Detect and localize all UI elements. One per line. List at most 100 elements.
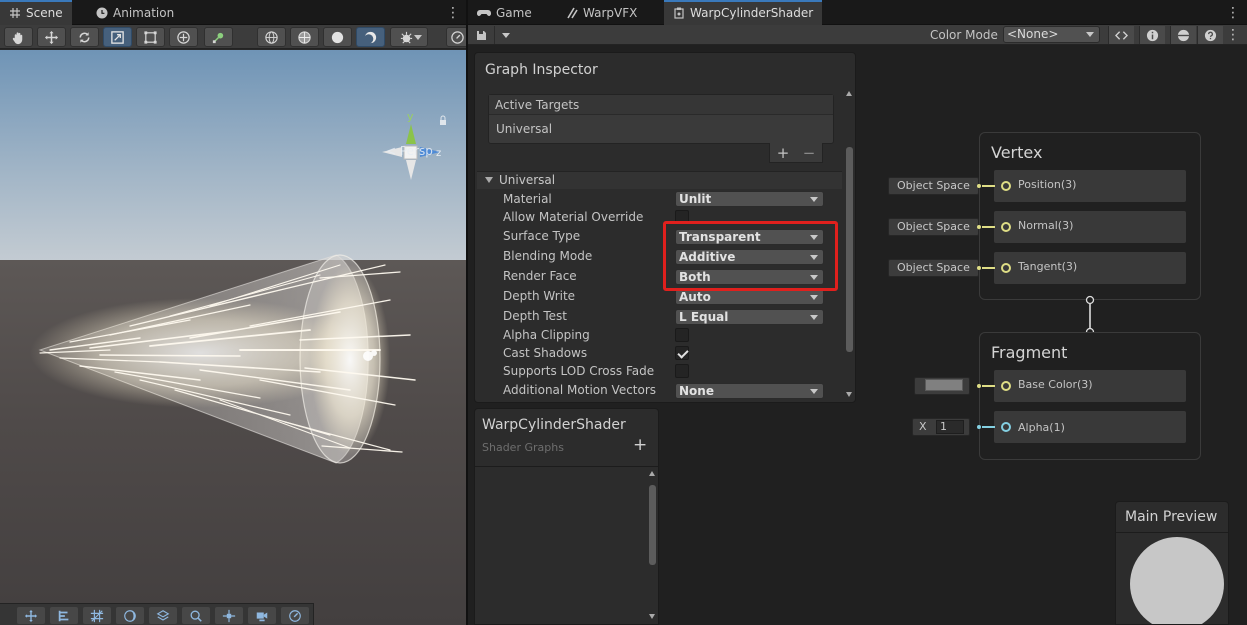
add-target-button[interactable]: + xyxy=(777,144,790,162)
scroll-up-icon[interactable] xyxy=(649,471,655,476)
rect-tool-button[interactable] xyxy=(136,27,165,47)
pivot-icon xyxy=(222,609,236,622)
lock-icon[interactable] xyxy=(440,115,446,125)
gizmo-neg-y-axis[interactable] xyxy=(406,160,416,180)
alpha-value-chip[interactable]: X 1 xyxy=(912,418,970,436)
more-options-icon[interactable]: ⋮ xyxy=(446,0,460,25)
base-color-swatch-chip[interactable] xyxy=(914,377,970,395)
chevron-down-icon xyxy=(810,197,818,202)
hand-icon xyxy=(12,31,23,44)
rotate-tool-button[interactable] xyxy=(70,27,99,47)
connector-wire xyxy=(982,185,995,187)
camera-icon xyxy=(256,612,268,621)
scrollbar-thumb[interactable] xyxy=(649,485,656,565)
normal-space-chip[interactable]: Object Space xyxy=(888,218,979,236)
pivot-overlay-button[interactable] xyxy=(215,607,243,624)
gizmos-menu-button[interactable] xyxy=(390,27,428,47)
blackboard-scrollbar[interactable] xyxy=(647,471,657,619)
tab-animation[interactable]: Animation xyxy=(87,0,183,25)
tab-label: Animation xyxy=(113,5,175,20)
overlay-toggle-button[interactable] xyxy=(446,27,466,47)
scroll-up-icon[interactable] xyxy=(846,91,852,96)
search-overlay-button[interactable] xyxy=(182,607,210,624)
lighting-overlay-button[interactable] xyxy=(116,607,144,624)
alpha-input-port[interactable] xyxy=(1001,422,1011,432)
connector-dot xyxy=(977,266,981,270)
alpha-clipping-checkbox[interactable] xyxy=(675,328,689,342)
shading-wire-shaded-button[interactable] xyxy=(290,27,319,47)
graph-inspector-toggle-button[interactable] xyxy=(1139,26,1165,44)
custom-tool-icon xyxy=(212,32,224,43)
base-color-input-port[interactable] xyxy=(1001,381,1011,391)
tangent-input-port[interactable] xyxy=(1001,263,1011,273)
shading-lit-button[interactable] xyxy=(356,27,385,47)
main-preview-toggle-button[interactable] xyxy=(1170,26,1196,44)
more-options-icon[interactable]: ⋮ xyxy=(1226,0,1240,25)
cast-shadows-checkbox[interactable] xyxy=(675,346,689,360)
save-icon xyxy=(476,30,486,40)
connector-wire xyxy=(982,385,995,387)
depth-test-dropdown[interactable]: L Equal xyxy=(675,309,824,325)
position-space-chip[interactable]: Object Space xyxy=(888,177,979,195)
save-asset-button[interactable] xyxy=(473,26,489,44)
main-preview[interactable]: Main Preview xyxy=(1115,501,1229,625)
hand-tool-button[interactable] xyxy=(4,27,33,47)
move-tool-button[interactable] xyxy=(37,27,66,47)
preview-sphere[interactable] xyxy=(1130,537,1224,624)
move-overlay-button[interactable] xyxy=(17,607,45,624)
inspector-scrollbar[interactable] xyxy=(844,91,854,397)
grid-overlay-button[interactable] xyxy=(83,607,111,624)
add-property-button[interactable]: + xyxy=(633,435,647,455)
toggle-code-view-button[interactable] xyxy=(1108,26,1134,44)
target-item-universal[interactable]: Universal xyxy=(489,115,833,143)
chevron-down-icon xyxy=(810,295,818,300)
material-dropdown[interactable]: Unlit xyxy=(675,191,824,207)
scene-viewport[interactable]: y z < Persp xyxy=(0,50,466,625)
tab-game[interactable]: Game xyxy=(468,0,541,25)
position-input-port[interactable] xyxy=(1001,181,1011,191)
normal-input-port[interactable] xyxy=(1001,222,1011,232)
gizmo-y-axis[interactable] xyxy=(406,124,416,144)
transform-tool-button[interactable] xyxy=(169,27,198,47)
layers-overlay-button[interactable] xyxy=(149,607,177,624)
vertex-block-position[interactable]: Position(3) xyxy=(994,170,1186,202)
universal-section-header[interactable]: Universal xyxy=(477,171,842,189)
prop-label-render-face: Render Face xyxy=(503,269,577,283)
save-options-dropdown[interactable] xyxy=(494,26,516,44)
main-preview-separator xyxy=(1116,532,1228,533)
remove-target-button[interactable]: − xyxy=(803,144,816,162)
fragment-context-node[interactable]: Fragment Base Color(3) Alpha(1) xyxy=(979,332,1201,460)
fragment-block-alpha[interactable]: Alpha(1) xyxy=(994,411,1186,443)
gizmo-y-label: y xyxy=(407,110,414,123)
orientation-gizmo[interactable]: y z xyxy=(376,108,446,218)
more-options-icon[interactable]: ⋮ xyxy=(1226,26,1240,44)
orientation-overlay-button[interactable] xyxy=(281,607,309,624)
scroll-down-icon[interactable] xyxy=(846,392,852,397)
scrollbar-thumb[interactable] xyxy=(846,147,853,352)
alpha-value-field[interactable]: 1 xyxy=(936,420,965,434)
scale-tool-button[interactable] xyxy=(103,27,132,47)
tab-warpcylindershader[interactable]: WarpCylinderShader xyxy=(664,0,823,25)
camera-overlay-button[interactable] xyxy=(248,607,276,624)
additional-motion-vectors-dropdown[interactable]: None xyxy=(675,383,824,399)
custom-tool-button[interactable] xyxy=(204,27,233,47)
tangent-space-chip[interactable]: Object Space xyxy=(888,259,979,277)
tab-warpvfx[interactable]: WarpVFX xyxy=(557,0,646,25)
shading-wireframe-button[interactable] xyxy=(257,27,286,47)
vertex-context-node[interactable]: Vertex Position(3) Normal(3) Tangent(3) xyxy=(979,132,1201,300)
align-overlay-button[interactable] xyxy=(50,607,78,624)
scroll-down-icon[interactable] xyxy=(649,614,655,619)
connector-wire xyxy=(982,426,995,428)
help-button[interactable] xyxy=(1197,26,1223,44)
base-color-swatch[interactable] xyxy=(925,379,963,391)
shading-shaded-button[interactable] xyxy=(323,27,352,47)
vertex-block-normal[interactable]: Normal(3) xyxy=(994,211,1186,243)
depth-write-dropdown[interactable]: Auto xyxy=(675,289,824,305)
vertex-block-tangent[interactable]: Tangent(3) xyxy=(994,252,1186,284)
color-mode-select[interactable]: <None> xyxy=(1003,26,1100,43)
tab-label: Scene xyxy=(26,5,63,20)
tab-scene[interactable]: Scene xyxy=(0,0,72,25)
projection-label[interactable]: < Persp xyxy=(386,144,433,158)
supports-lod-cross-fade-checkbox[interactable] xyxy=(675,364,689,378)
fragment-block-base-color[interactable]: Base Color(3) xyxy=(994,370,1186,402)
